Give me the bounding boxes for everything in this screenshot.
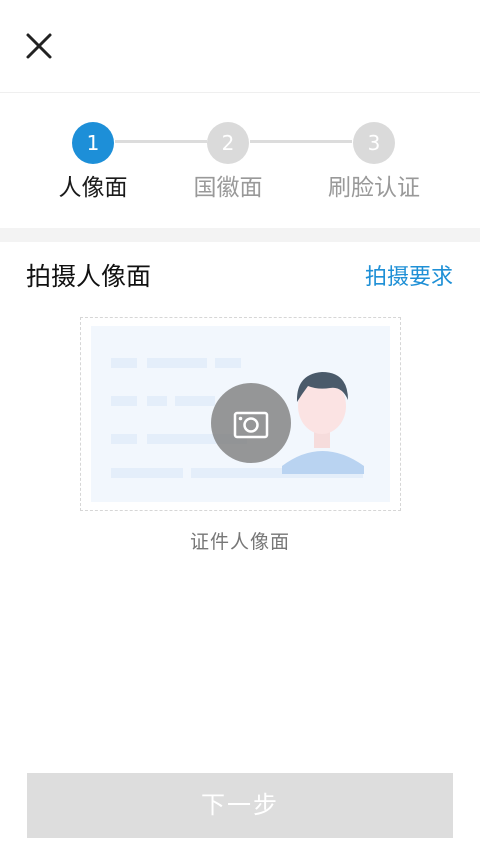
header (0, 0, 480, 93)
card-caption: 证件人像面 (189, 531, 290, 553)
card-line (147, 396, 167, 406)
step-label: 刷脸认证 (328, 175, 420, 201)
photo-requirements-link[interactable]: 拍摄要求 (365, 259, 453, 291)
card-line (111, 358, 137, 368)
section-divider (0, 228, 480, 242)
id-capture-page: 1 人像面 2 国徽面 3 刷脸认证 拍摄人像面 拍摄要求 证件人像面 下一步 (0, 0, 480, 853)
section-title: 拍摄人像面 (26, 262, 152, 291)
card-line (111, 396, 137, 406)
close-icon (26, 33, 52, 59)
close-button[interactable] (22, 28, 58, 64)
camera-icon (233, 411, 269, 439)
step-number: 1 (72, 122, 114, 164)
card-line (111, 434, 137, 444)
next-button[interactable]: 下一步 (27, 773, 453, 838)
card-line (111, 468, 183, 478)
step-number: 2 (207, 122, 249, 164)
step-connector (250, 140, 352, 143)
card-line (147, 358, 207, 368)
id-card-capture-area[interactable] (80, 317, 401, 511)
step-indicator: 1 人像面 2 国徽面 3 刷脸认证 (0, 94, 480, 228)
step-number: 3 (353, 122, 395, 164)
card-line (175, 396, 215, 406)
step-label: 人像面 (58, 175, 128, 201)
camera-button[interactable] (211, 383, 291, 463)
card-line (215, 358, 241, 368)
id-card-illustration (91, 326, 390, 502)
step-label: 国徽面 (193, 175, 263, 201)
step-connector (115, 140, 207, 143)
